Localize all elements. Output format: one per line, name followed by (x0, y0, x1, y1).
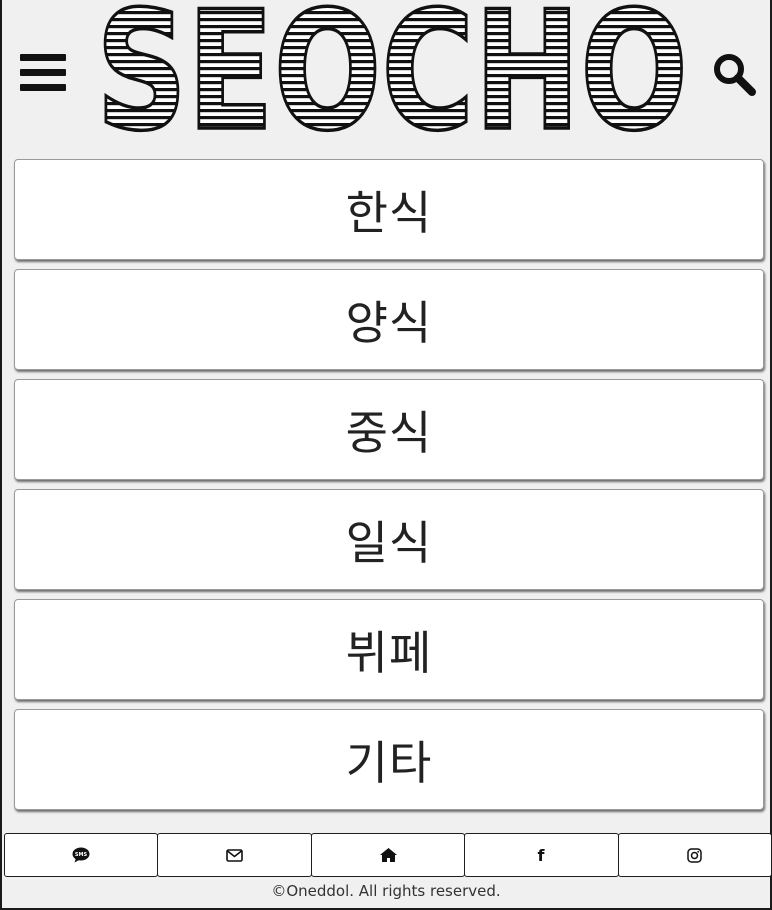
category-label: 중식 (345, 405, 433, 460)
sms-button[interactable]: SMS (4, 833, 159, 877)
category-label: 뷔페 (345, 625, 433, 680)
category-label: 양식 (345, 295, 433, 350)
instagram-icon (687, 847, 703, 863)
sms-icon: SMS (72, 847, 90, 863)
home-icon (379, 848, 397, 862)
facebook-button[interactable]: f (464, 833, 619, 877)
home-button[interactable] (310, 833, 466, 877)
category-japanese-button[interactable]: 일식 (14, 489, 764, 590)
svg-text:f: f (538, 847, 546, 863)
copyright-text: ©Oneddol. All rights reserved. (271, 882, 501, 900)
search-icon[interactable] (710, 50, 758, 98)
svg-text:SMS: SMS (75, 852, 88, 858)
category-western-button[interactable]: 양식 (14, 269, 764, 370)
category-chinese-button[interactable]: 중식 (14, 379, 764, 480)
category-label: 기타 (345, 735, 433, 790)
mail-button[interactable] (157, 833, 312, 877)
logo[interactable]: SEOCHO (94, 4, 690, 136)
category-menu: 한식 양식 중식 일식 뷔페 기타 (14, 159, 764, 819)
mail-icon (226, 848, 243, 862)
facebook-icon: f (538, 847, 546, 863)
hamburger-menu-icon[interactable] (18, 52, 68, 94)
logo-letter-s: SEOCHO (96, 4, 688, 136)
category-korean-button[interactable]: 한식 (14, 159, 764, 260)
category-label: 일식 (345, 515, 433, 570)
category-label: 한식 (345, 185, 433, 240)
footer-bar: SMS f (4, 833, 772, 877)
header: SEOCHO (2, 0, 770, 150)
category-buffet-button[interactable]: 뷔페 (14, 599, 764, 700)
category-other-button[interactable]: 기타 (14, 709, 764, 810)
instagram-button[interactable] (617, 833, 772, 877)
